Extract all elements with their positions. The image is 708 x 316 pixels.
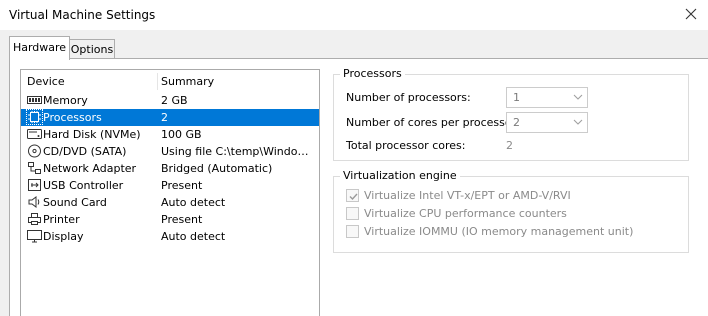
monitor-icon bbox=[27, 229, 42, 243]
device-name: Network Adapter bbox=[43, 162, 137, 175]
window-title: Virtual Machine Settings bbox=[9, 8, 156, 22]
virtualize-vtx-checkbox[interactable]: Virtualize Intel VT-x/EPT or AMD-V/RVI bbox=[346, 189, 571, 202]
virtualize-iommu-checkbox[interactable]: Virtualize IOMMU (IO memory management u… bbox=[346, 225, 633, 238]
processor-icon bbox=[26, 109, 43, 125]
device-name: CD/DVD (SATA) bbox=[43, 145, 127, 158]
close-icon[interactable] bbox=[680, 3, 702, 25]
device-summary: 2 bbox=[161, 111, 168, 124]
tab-hardware[interactable]: Hardware bbox=[9, 36, 70, 60]
device-list-header: Device Summary bbox=[21, 70, 319, 92]
cd-dvd-icon bbox=[27, 144, 42, 158]
device-summary: Auto detect bbox=[161, 196, 226, 209]
cores-per-processor-value: 2 bbox=[513, 116, 520, 129]
device-row-usb-controller[interactable]: USB Controller Present bbox=[21, 177, 319, 194]
device-name: Processors bbox=[43, 111, 102, 124]
virtualization-group: Virtualization engine Virtualize Intel V… bbox=[333, 169, 689, 253]
title-bar: Virtual Machine Settings bbox=[0, 0, 708, 30]
device-name: Printer bbox=[43, 213, 80, 226]
device-summary: 100 GB bbox=[161, 128, 202, 141]
network-adapter-icon bbox=[27, 161, 42, 175]
device-summary: Present bbox=[161, 213, 203, 226]
checkbox-unchecked-icon bbox=[346, 207, 359, 220]
device-summary: Present bbox=[161, 179, 203, 192]
cores-per-processor-select[interactable]: 2 bbox=[506, 112, 588, 133]
num-processors-value: 1 bbox=[513, 91, 520, 104]
device-row-sound-card[interactable]: Sound Card Auto detect bbox=[21, 194, 319, 211]
num-processors-label: Number of processors: bbox=[346, 91, 471, 104]
device-name: Memory bbox=[43, 94, 88, 107]
device-row-hard-disk[interactable]: Hard Disk (NVMe) 100 GB bbox=[21, 126, 319, 143]
device-summary: Using file C:\temp\Windows_... bbox=[161, 145, 316, 158]
num-processors-select[interactable]: 1 bbox=[506, 87, 588, 108]
device-list[interactable]: Device Summary Memory 2 GB Processors 2 bbox=[20, 69, 320, 316]
device-row-network-adapter[interactable]: Network Adapter Bridged (Automatic) bbox=[21, 160, 319, 177]
device-name: USB Controller bbox=[43, 179, 124, 192]
usb-icon bbox=[27, 178, 42, 192]
printer-icon bbox=[27, 212, 42, 226]
device-row-processors[interactable]: Processors 2 bbox=[21, 109, 319, 126]
device-name: Display bbox=[43, 230, 84, 243]
hardware-panel: Device Summary Memory 2 GB Processors 2 bbox=[9, 58, 708, 316]
virtualize-vtx-label: Virtualize Intel VT-x/EPT or AMD-V/RVI bbox=[364, 189, 571, 202]
total-cores-label: Total processor cores: bbox=[346, 139, 466, 152]
device-row-memory[interactable]: Memory 2 GB bbox=[21, 92, 319, 109]
device-row-cd-dvd[interactable]: CD/DVD (SATA) Using file C:\temp\Windows… bbox=[21, 143, 319, 160]
device-summary: Auto detect bbox=[161, 230, 226, 243]
device-row-printer[interactable]: Printer Present bbox=[21, 211, 319, 228]
chevron-down-icon bbox=[573, 117, 583, 127]
virtualization-group-title: Virtualization engine bbox=[340, 169, 460, 182]
column-header-summary[interactable]: Summary bbox=[161, 75, 214, 88]
device-summary: Bridged (Automatic) bbox=[161, 162, 273, 175]
virtualize-perf-counters-checkbox[interactable]: Virtualize CPU performance counters bbox=[346, 207, 567, 220]
device-name: Hard Disk (NVMe) bbox=[43, 128, 141, 141]
device-row-display[interactable]: Display Auto detect bbox=[21, 228, 319, 245]
cores-per-processor-label: Number of cores per processor: bbox=[346, 116, 520, 129]
virtualize-perf-counters-label: Virtualize CPU performance counters bbox=[364, 207, 567, 220]
tab-options[interactable]: Options bbox=[69, 39, 115, 58]
hard-disk-icon bbox=[27, 127, 42, 141]
speaker-icon bbox=[27, 195, 42, 209]
chevron-down-icon bbox=[573, 92, 583, 102]
checkbox-unchecked-icon bbox=[346, 225, 359, 238]
device-name: Sound Card bbox=[43, 196, 107, 209]
checkbox-checked-icon bbox=[346, 189, 359, 202]
processors-group-title: Processors bbox=[340, 67, 405, 80]
memory-icon bbox=[27, 93, 42, 107]
column-header-device[interactable]: Device bbox=[27, 75, 65, 88]
dialog-client: Hardware Options Device Summary Memory 2… bbox=[0, 30, 708, 316]
virtualize-iommu-label: Virtualize IOMMU (IO memory management u… bbox=[364, 225, 634, 238]
processors-group: Processors Number of processors: 1 Numbe… bbox=[333, 67, 689, 161]
device-summary: 2 GB bbox=[161, 94, 188, 107]
total-cores-value: 2 bbox=[506, 139, 513, 152]
